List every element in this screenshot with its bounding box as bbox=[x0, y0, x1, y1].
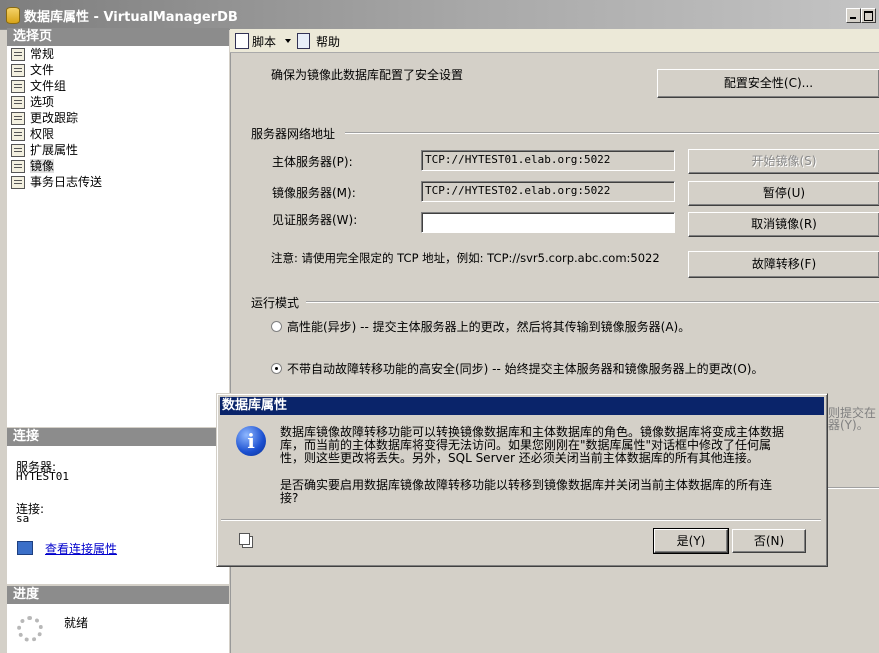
connection-value: sa bbox=[16, 512, 30, 525]
network-section-label: 服务器网络地址 bbox=[251, 127, 336, 141]
select-page-header: 选择页 bbox=[7, 28, 229, 46]
dialog-question: 是否确实要启用数据库镜像故障转移功能以转移到镜像数据库并关闭当前主体数据库的所有… bbox=[280, 479, 820, 505]
page-icon bbox=[11, 176, 25, 189]
window-title-bar: 数据库属性 - VirtualManagerDB bbox=[0, 0, 879, 30]
security-note: 确保为镜像此数据库配置了安全设置 bbox=[271, 68, 464, 82]
toolbar: 脚本 帮助 bbox=[230, 29, 879, 53]
network-section-divider bbox=[345, 132, 879, 134]
connection-header: 连接 bbox=[7, 428, 229, 446]
clipped-option-text-2: 器(Y)。 bbox=[828, 418, 869, 432]
configure-security-button[interactable]: 配置安全性(C)... bbox=[657, 69, 879, 98]
nav-item-change-tracking[interactable]: 更改跟踪 bbox=[7, 110, 229, 126]
nav-item-general[interactable]: 常规 bbox=[7, 46, 229, 62]
connection-panel: 服务器: HYTEST01 连接: sa 查看连接属性 bbox=[7, 446, 229, 584]
nav-item-filegroups[interactable]: 文件组 bbox=[7, 78, 229, 94]
connection-properties-icon bbox=[17, 541, 33, 555]
server-value: HYTEST01 bbox=[16, 470, 69, 483]
script-icon bbox=[235, 33, 249, 49]
high-performance-radio[interactable] bbox=[271, 321, 282, 332]
page-icon bbox=[11, 112, 25, 125]
high-safety-radio[interactable] bbox=[271, 363, 282, 374]
dialog-divider bbox=[221, 519, 821, 521]
address-note: 注意: 请使用完全限定的 TCP 地址，例如: TCP://svr5.corp.… bbox=[271, 251, 660, 265]
minimize-button[interactable] bbox=[846, 8, 861, 23]
page-icon bbox=[11, 128, 25, 141]
copy-icon[interactable] bbox=[239, 533, 250, 545]
yes-button[interactable]: 是(Y) bbox=[653, 528, 729, 554]
failover-button[interactable]: 故障转移(F) bbox=[688, 251, 879, 278]
window-title: 数据库属性 - VirtualManagerDB bbox=[24, 10, 238, 25]
high-safety-label[interactable]: 不带自动故障转移功能的高安全(同步) -- 始终提交主体服务器和镜像服务器上的更… bbox=[287, 360, 763, 377]
operating-mode-label: 运行模式 bbox=[251, 296, 300, 310]
nav-item-permissions[interactable]: 权限 bbox=[7, 126, 229, 142]
operating-mode-divider bbox=[306, 301, 879, 303]
info-icon: i bbox=[236, 426, 266, 456]
nav-item-mirroring[interactable]: 镜像 bbox=[7, 158, 229, 174]
start-mirroring-button[interactable]: 开始镜像(S) bbox=[688, 149, 879, 174]
script-button[interactable]: 脚本 bbox=[252, 33, 276, 50]
principal-label: 主体服务器(P): bbox=[272, 155, 353, 169]
content-divider bbox=[827, 487, 879, 489]
page-icon bbox=[11, 64, 25, 77]
progress-panel: 就绪 bbox=[7, 604, 229, 653]
nav-item-extended-properties[interactable]: 扩展属性 bbox=[7, 142, 229, 158]
view-connection-properties-link[interactable]: 查看连接属性 bbox=[45, 540, 117, 557]
no-button[interactable]: 否(N) bbox=[732, 529, 806, 553]
mirror-label: 镜像服务器(M): bbox=[272, 186, 356, 200]
chevron-down-icon[interactable] bbox=[285, 39, 291, 43]
page-list: 常规 文件 文件组 选项 更改跟踪 权限 扩展属性 镜像 事务日志传送 bbox=[7, 46, 229, 427]
help-icon bbox=[297, 33, 310, 49]
page-icon bbox=[11, 144, 25, 157]
nav-item-files[interactable]: 文件 bbox=[7, 62, 229, 78]
page-icon bbox=[11, 80, 25, 93]
dialog-title: 数据库属性 bbox=[220, 397, 824, 415]
maximize-button[interactable] bbox=[861, 8, 876, 23]
page-icon bbox=[11, 96, 25, 109]
nav-item-log-shipping[interactable]: 事务日志传送 bbox=[7, 174, 229, 190]
progress-header: 进度 bbox=[7, 586, 229, 604]
principal-address-field[interactable]: TCP://HYTEST01.elab.org:5022 bbox=[421, 150, 675, 171]
witness-label: 见证服务器(W): bbox=[272, 213, 358, 227]
dialog-message: 数据库镜像故障转移功能可以转换镜像数据库和主体数据库的角色。镜像数据库将变成主体… bbox=[280, 426, 820, 465]
witness-address-field[interactable] bbox=[421, 212, 675, 233]
progress-spinner-icon bbox=[17, 616, 43, 642]
page-icon bbox=[11, 48, 25, 61]
nav-item-options[interactable]: 选项 bbox=[7, 94, 229, 110]
dialog-question-line: 接? bbox=[280, 491, 299, 505]
mirror-address-field[interactable]: TCP://HYTEST02.elab.org:5022 bbox=[421, 181, 675, 202]
dialog-question-line: 是否确实要启用数据库镜像故障转移功能以转移到镜像数据库并关闭当前主体数据库的所有… bbox=[280, 478, 773, 492]
page-icon bbox=[11, 160, 25, 173]
remove-mirroring-button[interactable]: 取消镜像(R) bbox=[688, 212, 879, 237]
confirm-failover-dialog: 数据库属性 i 数据库镜像故障转移功能可以转换镜像数据库和主体数据库的角色。镜像… bbox=[216, 393, 828, 567]
high-performance-label[interactable]: 高性能(异步) -- 提交主体服务器上的更改，然后将其传输到镜像服务器(A)。 bbox=[287, 318, 690, 335]
database-icon bbox=[6, 7, 20, 24]
help-button[interactable]: 帮助 bbox=[316, 33, 340, 50]
pause-button[interactable]: 暂停(U) bbox=[688, 181, 879, 206]
progress-status: 就绪 bbox=[64, 616, 89, 630]
dialog-message-line: 性，则这些更改将丢失。另外，SQL Server 还必须关闭当前主体数据库的所有… bbox=[280, 451, 759, 465]
